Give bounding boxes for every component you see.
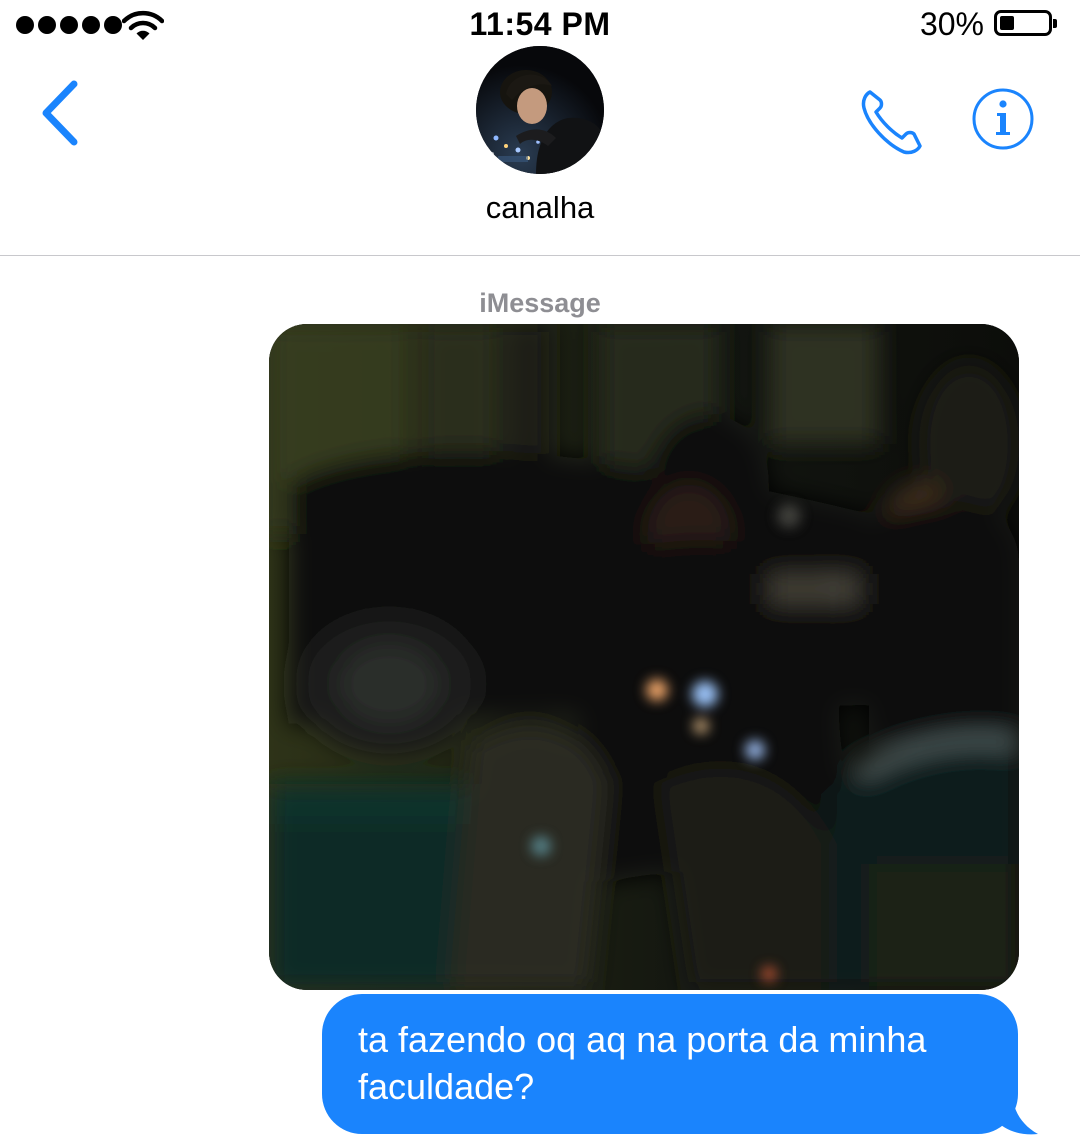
service-label: iMessage (479, 288, 601, 318)
battery-percentage: 30% (919, 6, 984, 42)
outgoing-message-bubble[interactable]: ta fazendo oq aq na porta da minha facul… (322, 994, 1018, 1134)
battery-nub (1053, 19, 1057, 28)
photo-message[interactable] (269, 324, 1019, 990)
contact-photo (476, 46, 604, 174)
bubble-tail (990, 1090, 1038, 1135)
message-photo (269, 324, 1019, 990)
battery-icon (994, 10, 1057, 36)
messages-screen: 11:54 PM 30% canalha iMessage ta fazendo… (0, 0, 1080, 1138)
contact-name[interactable]: canalha (0, 190, 1080, 226)
battery-level-fill (1000, 16, 1014, 30)
conversation-header: canalha (0, 46, 1080, 256)
chevron-left-icon[interactable] (34, 78, 86, 148)
phone-icon[interactable] (856, 84, 932, 160)
status-time: 11:54 PM (469, 6, 611, 42)
info-icon[interactable] (970, 86, 1036, 152)
contact-avatar[interactable] (476, 46, 604, 174)
status-bar: 11:54 PM 30% (0, 0, 1080, 52)
